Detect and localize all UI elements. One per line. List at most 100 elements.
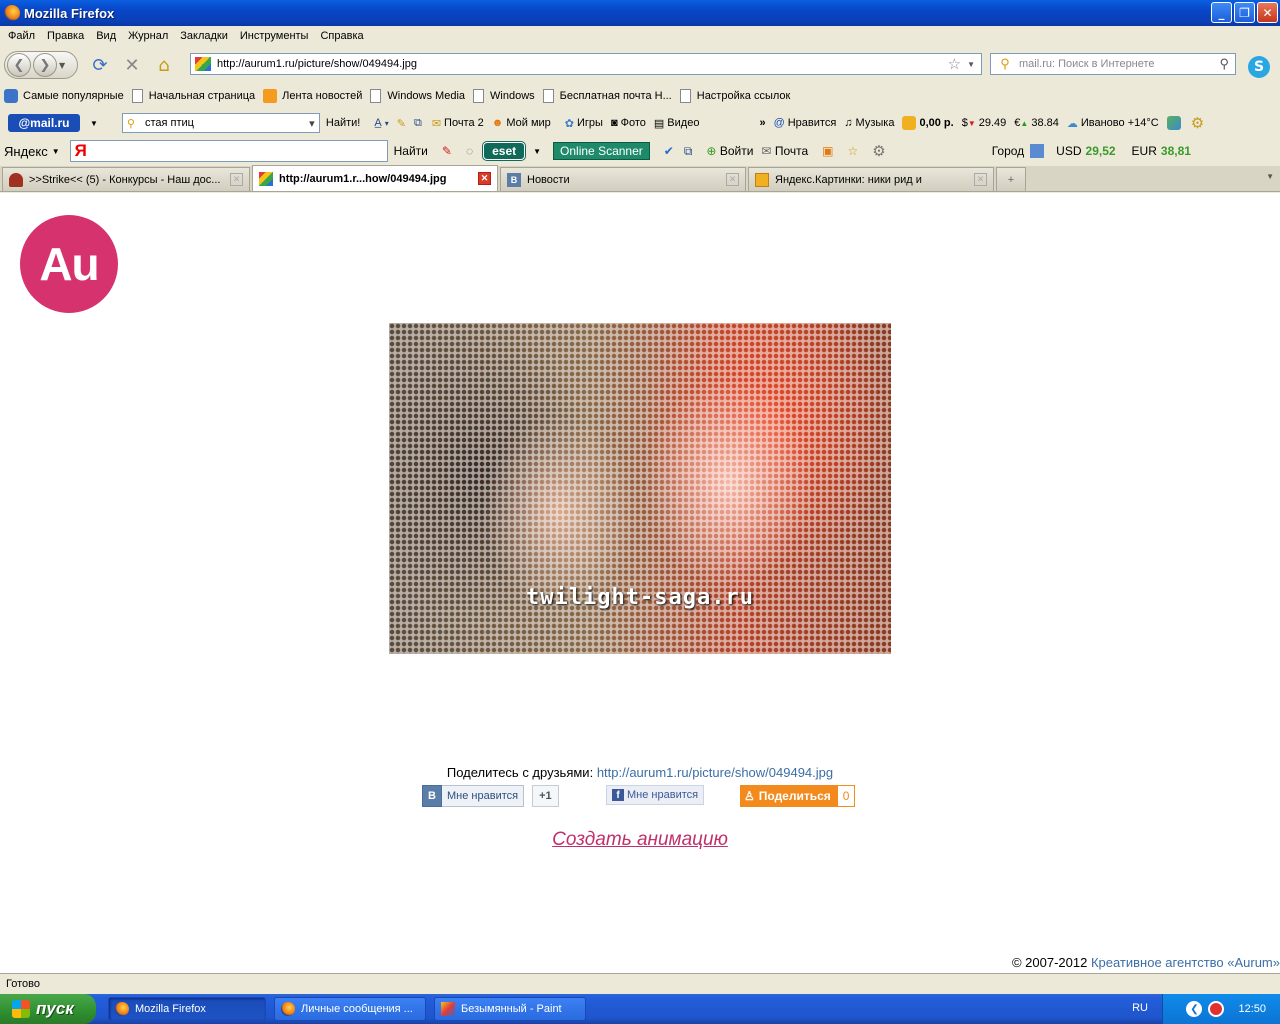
url-bar[interactable]: http://aurum1.ru/picture/show/049494.jpg… bbox=[190, 53, 982, 75]
search-engine-icon[interactable]: ⚲ bbox=[991, 56, 1019, 72]
eset-button[interactable]: eset bbox=[482, 141, 527, 161]
search-placeholder[interactable]: mail.ru: Поиск в Интернете bbox=[1019, 58, 1219, 70]
maximize-button[interactable]: ❐ bbox=[1234, 2, 1255, 23]
url-text[interactable]: http://aurum1.ru/picture/show/049494.jpg bbox=[217, 58, 948, 70]
eset-dropdown-icon[interactable]: ▼ bbox=[533, 147, 541, 156]
bookmark-windows[interactable]: Windows bbox=[473, 89, 535, 103]
bookmark-free-mail[interactable]: Бесплатная почта Н... bbox=[542, 89, 672, 103]
mailru-search-input[interactable]: ⚲ стая птиц ▾ bbox=[121, 113, 320, 133]
vk-like-button[interactable]: B Мне нравится +1 bbox=[422, 785, 559, 807]
history-dropdown-icon[interactable]: ▼ bbox=[59, 61, 65, 70]
pencil-icon[interactable]: ✎ bbox=[442, 144, 452, 158]
mailru-music-button[interactable]: ♫ Музыка bbox=[844, 117, 894, 129]
tab-strike[interactable]: >>Strike<< (5) - Конкурсы - Наш дос... ✕ bbox=[2, 167, 250, 191]
highlight-icon[interactable]: ✎ bbox=[397, 117, 406, 130]
mailru-balance[interactable]: 0,00 р. bbox=[902, 116, 954, 130]
mailru-mail-button[interactable]: ✉ Почта 2 bbox=[432, 117, 484, 130]
login-button[interactable]: ⊕ Войти bbox=[706, 144, 753, 158]
language-indicator[interactable]: RU bbox=[1132, 1002, 1148, 1014]
balance-value: 0,00 р. bbox=[919, 117, 954, 129]
mailru-games-button[interactable]: ✿ Игры bbox=[565, 117, 603, 130]
mailru-photo-button[interactable]: ◙ Фото bbox=[611, 117, 646, 129]
menu-bookmarks[interactable]: Закладки bbox=[174, 30, 234, 42]
new-tab-button[interactable]: + bbox=[996, 167, 1026, 191]
mailru-video-button[interactable]: ▤ Видео bbox=[654, 117, 700, 130]
antivirus-icon[interactable] bbox=[1208, 1001, 1225, 1017]
yandex-mail-button[interactable]: ✉ Почта bbox=[761, 144, 808, 158]
url-dropdown-icon[interactable]: ▼ bbox=[967, 60, 975, 69]
mailru-weather[interactable]: ☁ Иваново +14°C bbox=[1067, 117, 1159, 130]
menu-file[interactable]: Файл bbox=[2, 30, 41, 42]
aurum-logo[interactable]: Au bbox=[20, 215, 118, 313]
spellcheck-icon[interactable]: ✔ bbox=[664, 144, 674, 158]
clock[interactable]: 12:50 bbox=[1238, 1003, 1266, 1015]
yandex-search-input[interactable]: Я bbox=[69, 140, 388, 162]
skype-icon[interactable]: S bbox=[1248, 56, 1270, 78]
taskbar-item-messages[interactable]: Личные сообщения ... bbox=[274, 997, 426, 1021]
online-scanner-button[interactable]: Online Scanner bbox=[553, 142, 650, 160]
bookmark-most-visited[interactable]: Самые популярные bbox=[4, 89, 124, 103]
taskbar-item-firefox[interactable]: Mozilla Firefox bbox=[108, 997, 266, 1021]
chevron-down-icon[interactable]: ▾ bbox=[305, 117, 319, 130]
facebook-like-button[interactable]: f Мне нравится bbox=[606, 785, 705, 805]
mailru-logo[interactable]: @mail.ru bbox=[8, 114, 80, 132]
close-button[interactable]: ✕ bbox=[1257, 2, 1278, 23]
mailru-search-value[interactable]: стая птиц bbox=[145, 117, 305, 129]
tray-expand-icon[interactable]: ❮ bbox=[1186, 1001, 1203, 1017]
share-url-link[interactable]: http://aurum1.ru/picture/show/049494.jpg bbox=[597, 765, 833, 780]
yandex-find-button[interactable]: Найти bbox=[394, 144, 428, 158]
favorites-icon[interactable]: ☆ bbox=[847, 144, 858, 158]
mailru-usd-rate[interactable]: $▼ 29.49 bbox=[962, 117, 1007, 129]
font-size-icon[interactable]: A̲ ▾ bbox=[374, 117, 388, 129]
mailru-eur-rate[interactable]: €▲ 38.84 bbox=[1014, 117, 1059, 129]
bookmark-news-feed[interactable]: Лента новостей bbox=[263, 89, 362, 103]
more-chevron[interactable]: » bbox=[759, 117, 765, 129]
settings-gear-icon[interactable]: ⚙ bbox=[1191, 114, 1204, 132]
create-animation-link[interactable]: Создать анимацию bbox=[552, 829, 728, 850]
yandex-label[interactable]: Яндекс bbox=[4, 144, 48, 159]
search-bar[interactable]: ⚲ mail.ru: Поиск в Интернете ⚲ bbox=[990, 53, 1236, 75]
tab-close-icon[interactable]: ✕ bbox=[974, 173, 987, 186]
tab-yandex-images[interactable]: Яндекс.Картинки: ники рид и ✕ bbox=[748, 167, 994, 191]
mailru-myworld-button[interactable]: ☻ Мой мир bbox=[492, 117, 551, 129]
tab-list-dropdown-icon[interactable]: ▼ bbox=[1266, 172, 1274, 181]
map-icon[interactable] bbox=[1166, 116, 1181, 130]
menu-history[interactable]: Журнал bbox=[122, 30, 174, 42]
back-button[interactable]: ❮ bbox=[7, 53, 31, 77]
city-map-icon[interactable] bbox=[1030, 144, 1045, 158]
minimize-button[interactable]: _ bbox=[1211, 2, 1232, 23]
agency-link[interactable]: Креативное агентство «Aurum» bbox=[1091, 955, 1280, 970]
translate-icon[interactable]: ⧉ bbox=[684, 144, 693, 159]
yandex-settings-icon[interactable]: ⚙ bbox=[872, 142, 885, 160]
tab-close-icon[interactable]: ✕ bbox=[230, 173, 243, 186]
menu-view[interactable]: Вид bbox=[90, 30, 122, 42]
menu-help[interactable]: Справка bbox=[314, 30, 369, 42]
search-icon[interactable]: ⚲ bbox=[1219, 56, 1229, 72]
stop-button[interactable]: ✕ bbox=[118, 51, 146, 79]
tab-close-icon[interactable]: ✕ bbox=[478, 172, 491, 185]
odnoklassniki-share-button[interactable]: ♙ Поделиться 0 bbox=[740, 785, 856, 807]
mailru-like-button[interactable]: @ Нравится bbox=[774, 117, 837, 129]
chat-icon[interactable]: ◌ bbox=[466, 144, 473, 158]
tab-aurum-image[interactable]: http://aurum1.r...how/049494.jpg ✕ bbox=[252, 165, 498, 191]
vk-plus-one[interactable]: +1 bbox=[532, 785, 559, 807]
yandex-dropdown-icon[interactable]: ▼ bbox=[52, 147, 60, 156]
home-button[interactable]: ⌂ bbox=[150, 51, 178, 79]
reload-button[interactable]: ⟳ bbox=[86, 51, 114, 79]
menu-edit[interactable]: Правка bbox=[41, 30, 90, 42]
bookmark-star-icon[interactable]: ☆ bbox=[948, 55, 961, 73]
bookmark-windows-media[interactable]: Windows Media bbox=[370, 89, 465, 103]
taskbar-item-paint[interactable]: Безымянный - Paint bbox=[434, 997, 586, 1021]
forward-button[interactable]: ❯ bbox=[33, 53, 57, 77]
city-label[interactable]: Город bbox=[992, 144, 1024, 158]
mailru-menu-dropdown-icon[interactable]: ▼ bbox=[90, 119, 98, 128]
tab-news[interactable]: B Новости ✕ bbox=[500, 167, 746, 191]
tab-close-icon[interactable]: ✕ bbox=[726, 173, 739, 186]
menu-tools[interactable]: Инструменты bbox=[234, 30, 315, 42]
bookmark-start-page[interactable]: Начальная страница bbox=[131, 89, 255, 103]
mailru-find-button[interactable]: Найти! bbox=[326, 117, 360, 129]
start-button[interactable]: пуск bbox=[0, 994, 96, 1024]
bookmarks-icon[interactable]: ▣ bbox=[822, 144, 833, 158]
find-in-page-icon[interactable]: ⧉ bbox=[414, 117, 422, 130]
bookmark-customize-links[interactable]: Настройка ссылок bbox=[679, 89, 790, 103]
